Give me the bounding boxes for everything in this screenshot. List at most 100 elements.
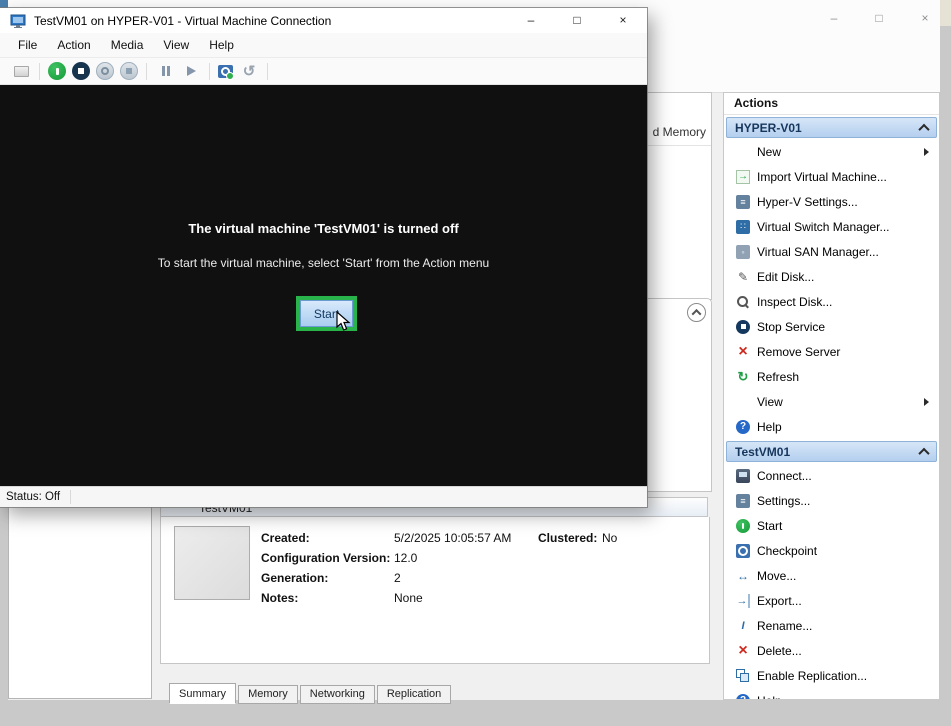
submenu-arrow-icon — [924, 148, 929, 156]
rename-icon — [736, 619, 750, 633]
manager-close-button[interactable]: × — [910, 8, 940, 28]
reset-icon[interactable] — [181, 61, 201, 81]
field-value: 12.0 — [394, 551, 417, 565]
action-label: Export... — [757, 594, 802, 608]
action-export[interactable]: Export... — [724, 588, 939, 613]
actions-panel: Actions HYPER-V01 New Import Virtual Machi… — [723, 92, 940, 700]
action-label: Stop Service — [757, 320, 825, 334]
ctrl-alt-del-icon[interactable] — [11, 61, 31, 81]
help-icon — [736, 694, 750, 701]
toolbar-separator — [146, 63, 147, 80]
action-inspect-disk[interactable]: Inspect Disk... — [724, 289, 939, 314]
screen: { "vm_window": { "title": "TestVM01 on H… — [0, 0, 951, 726]
vm-maximize-button[interactable]: □ — [555, 8, 599, 33]
connect-icon — [736, 469, 750, 483]
tab-summary[interactable]: Summary — [169, 683, 236, 704]
checkpoint-icon[interactable] — [218, 65, 233, 78]
save-icon[interactable] — [120, 62, 138, 80]
menu-item-media[interactable]: Media — [101, 35, 154, 55]
field-label: Created: — [261, 528, 394, 548]
pause-icon[interactable] — [155, 61, 175, 81]
action-virtual-switch-manager[interactable]: Virtual Switch Manager... — [724, 214, 939, 239]
menu-item-action[interactable]: Action — [47, 35, 100, 55]
toolbar-separator — [267, 63, 268, 80]
import-icon — [736, 170, 750, 184]
toolbar-separator — [209, 63, 210, 80]
tab-memory[interactable]: Memory — [238, 685, 298, 704]
status-text: Status: Off — [0, 491, 60, 503]
action-new[interactable]: New — [724, 139, 939, 164]
group-header-label: TestVM01 — [735, 445, 790, 459]
action-label: Virtual SAN Manager... — [757, 245, 879, 259]
vm-minimize-button[interactable]: – — [509, 8, 553, 33]
inspect-disk-icon — [736, 295, 750, 309]
action-start[interactable]: Start — [724, 513, 939, 538]
action-label: View — [757, 395, 783, 409]
actions-group-header-hyper-v01[interactable]: HYPER-V01 — [726, 117, 937, 138]
menu-item-help[interactable]: Help — [199, 35, 244, 55]
action-label: Refresh — [757, 370, 799, 384]
action-move[interactable]: Move... — [724, 563, 939, 588]
tab-replication[interactable]: Replication — [377, 685, 451, 704]
revert-icon[interactable] — [239, 61, 259, 81]
vm-details-panel: TestVM01 Created:5/2/2025 10:05:57 AMCon… — [160, 497, 710, 687]
action-connect[interactable]: Connect... — [724, 463, 939, 488]
action-help[interactable]: Help — [724, 688, 939, 700]
action-hyper-v-settings[interactable]: Hyper-V Settings... — [724, 189, 939, 214]
replication-icon — [736, 669, 750, 683]
details-tabs: SummaryMemoryNetworkingReplication — [169, 683, 453, 704]
edit-disk-icon — [736, 270, 750, 284]
enhanced-session-icon[interactable] — [276, 61, 296, 81]
san-icon — [736, 245, 750, 259]
action-label: New — [757, 145, 781, 159]
action-virtual-san-manager[interactable]: Virtual SAN Manager... — [724, 239, 939, 264]
vm-toolbar — [0, 57, 647, 85]
turn-off-icon[interactable] — [72, 62, 90, 80]
tab-networking[interactable]: Networking — [300, 685, 375, 704]
action-settings[interactable]: Settings... — [724, 488, 939, 513]
action-stop-service[interactable]: Stop Service — [724, 314, 939, 339]
action-label: Virtual Switch Manager... — [757, 220, 890, 234]
status-bar-divider — [70, 490, 71, 504]
menu-item-view[interactable]: View — [153, 35, 199, 55]
action-remove-server[interactable]: Remove Server — [724, 339, 939, 364]
action-label: Import Virtual Machine... — [757, 170, 887, 184]
action-delete[interactable]: Delete... — [724, 638, 939, 663]
vm-off-message: The virtual machine 'TestVM01' is turned… — [0, 221, 647, 236]
detail-field-row: Created:5/2/2025 10:05:57 AM — [261, 528, 511, 548]
action-label: Delete... — [757, 644, 802, 658]
action-refresh[interactable]: Refresh — [724, 364, 939, 389]
switch-icon — [736, 220, 750, 234]
vm-list-column-header[interactable]: d Memory — [653, 125, 706, 139]
manager-maximize-button[interactable]: □ — [864, 8, 894, 28]
manager-minimize-button[interactable]: – — [819, 8, 849, 28]
action-label: Rename... — [757, 619, 812, 633]
action-checkpoint[interactable]: Checkpoint — [724, 538, 939, 563]
refresh-icon — [736, 370, 750, 384]
actions-panel-title: Actions — [724, 93, 939, 115]
action-import-virtual-machine[interactable]: Import Virtual Machine... — [724, 164, 939, 189]
vm-screen-viewport[interactable]: The virtual machine 'TestVM01' is turned… — [0, 85, 647, 486]
remove-server-icon — [736, 345, 750, 359]
action-rename[interactable]: Rename... — [724, 613, 939, 638]
action-view[interactable]: View — [724, 389, 939, 414]
start-icon[interactable] — [48, 62, 66, 80]
chevron-up-icon — [692, 309, 702, 319]
chevron-up-icon[interactable] — [918, 123, 929, 134]
action-label: Enable Replication... — [757, 669, 867, 683]
settings-icon — [736, 195, 750, 209]
collapse-pane-button[interactable] — [687, 303, 706, 322]
action-label: Start — [757, 519, 782, 533]
shut-down-icon[interactable] — [96, 62, 114, 80]
field-label: Notes: — [261, 588, 394, 608]
chevron-up-icon[interactable] — [918, 447, 929, 458]
clustered-field: Clustered:No — [538, 528, 617, 548]
action-help[interactable]: Help — [724, 414, 939, 439]
menu-item-file[interactable]: File — [8, 35, 47, 55]
details-body: Created:5/2/2025 10:05:57 AMConfiguratio… — [160, 517, 710, 664]
actions-group-header-testvm01[interactable]: TestVM01 — [726, 441, 937, 462]
action-label: Settings... — [757, 494, 810, 508]
vm-close-button[interactable]: × — [601, 8, 645, 33]
action-enable-replication[interactable]: Enable Replication... — [724, 663, 939, 688]
action-edit-disk[interactable]: Edit Disk... — [724, 264, 939, 289]
